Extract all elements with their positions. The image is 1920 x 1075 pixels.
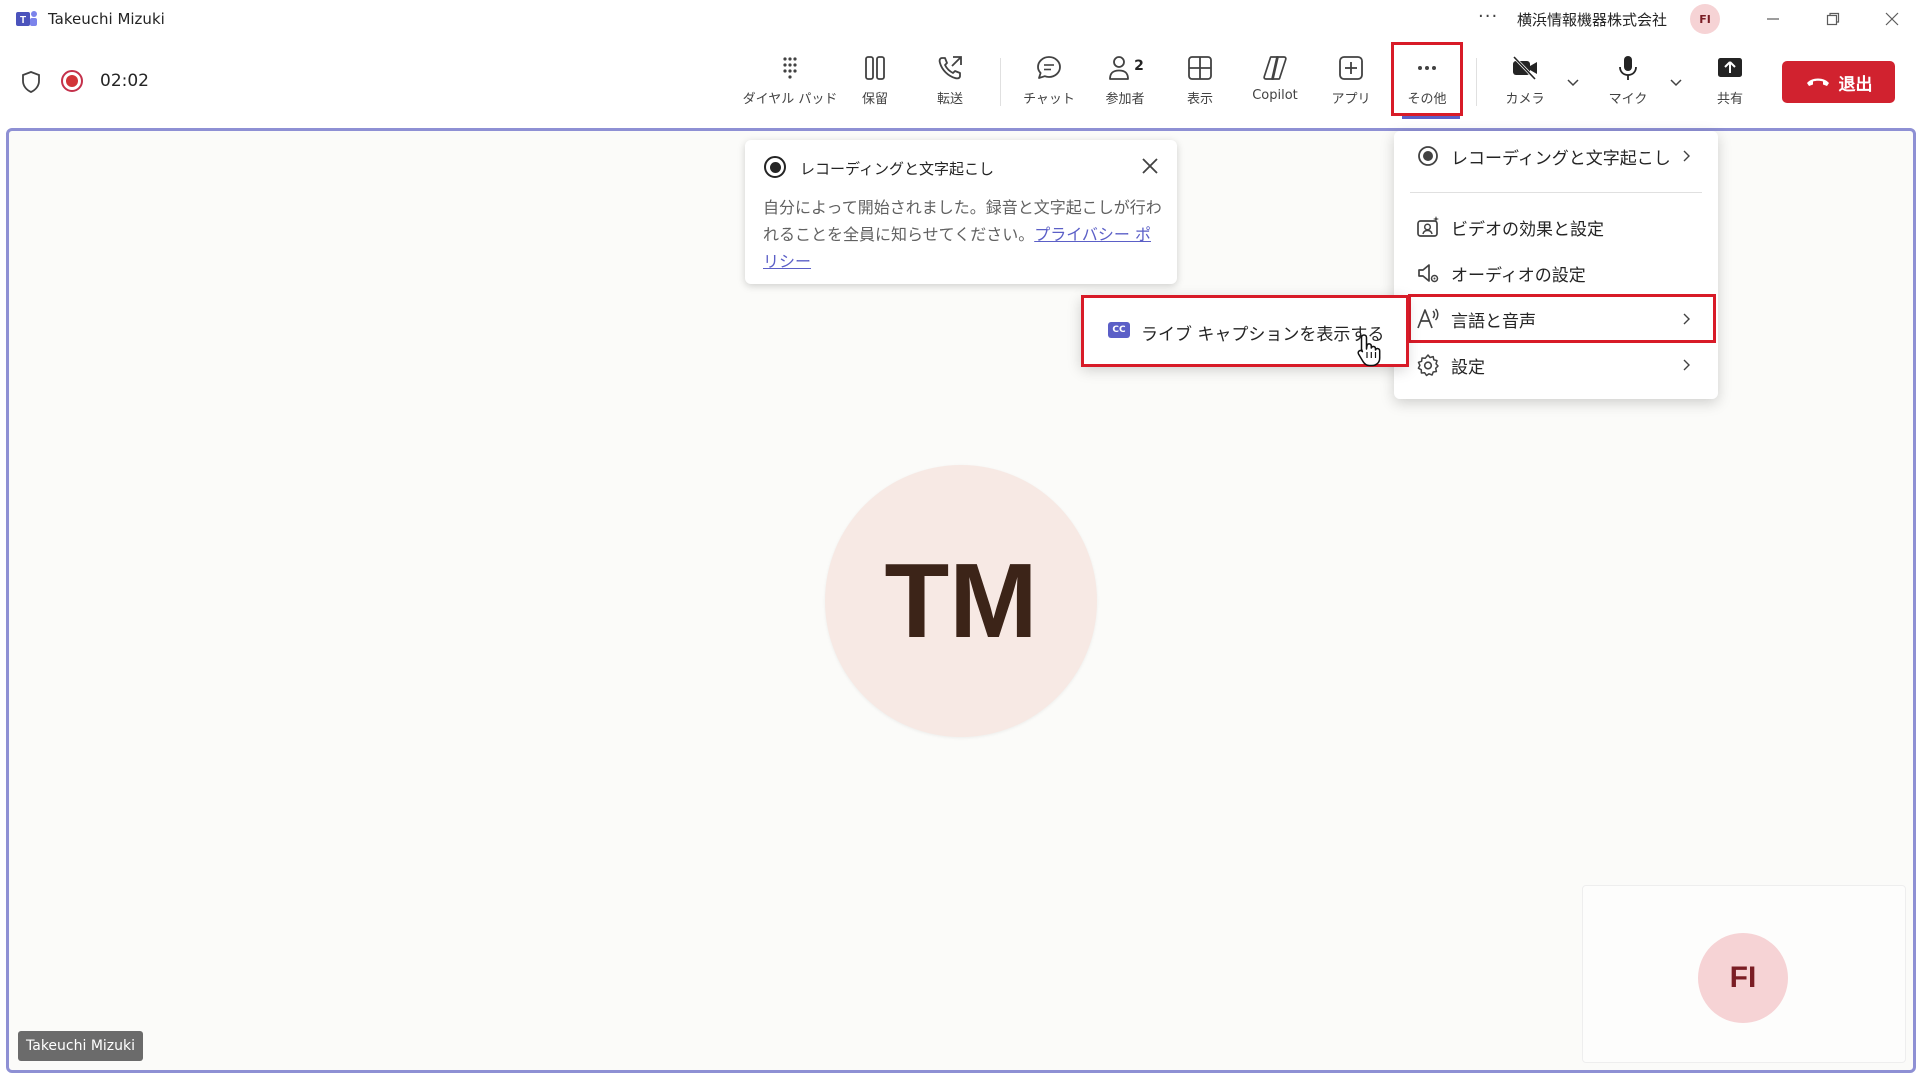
menu-item-settings[interactable]: 設定: [1394, 343, 1718, 387]
restore-icon[interactable]: [1818, 6, 1848, 32]
view-label: 表示: [1186, 92, 1213, 107]
toolbar-divider: [1000, 58, 1001, 106]
chat-label: チャット: [1023, 92, 1075, 107]
video-effects-icon: [1417, 216, 1439, 237]
recording-indicator-icon: [61, 70, 83, 92]
more-menu: レコーディングと文字起こし ビデオの効果と設定 オーディオの設定 言語と音声 設…: [1394, 131, 1718, 399]
language-highlight-box: [1408, 294, 1716, 343]
menu-item-label: レコーディングと文字起こし: [1451, 148, 1671, 169]
menu-item-label: 設定: [1451, 357, 1485, 378]
mic-label: マイク: [1608, 92, 1648, 107]
transfer-button[interactable]: 転送: [925, 50, 975, 112]
apps-button[interactable]: アプリ: [1326, 50, 1376, 112]
grid-view-icon: [1188, 56, 1212, 80]
microphone-icon: [1619, 56, 1637, 80]
menu-item-video-effects[interactable]: ビデオの効果と設定: [1394, 205, 1718, 249]
participants-label: 参加者: [1105, 92, 1145, 107]
camera-options-chevron-icon[interactable]: [1565, 74, 1581, 90]
share-button[interactable]: 共有: [1705, 50, 1755, 112]
dialpad-icon: [783, 57, 797, 79]
share-label: 共有: [1716, 92, 1743, 107]
transfer-label: 転送: [936, 92, 963, 107]
minimize-icon[interactable]: [1758, 6, 1788, 32]
menu-item-audio-settings[interactable]: オーディオの設定: [1394, 251, 1718, 295]
svg-text:T: T: [20, 15, 26, 26]
shield-icon[interactable]: [20, 70, 42, 94]
main-participant-avatar[interactable]: TM: [825, 465, 1097, 737]
org-name[interactable]: 横浜情報機器株式会社: [1517, 9, 1667, 30]
self-avatar: FI: [1698, 933, 1788, 1023]
dialpad-label: ダイヤル パッド: [742, 92, 838, 107]
view-button[interactable]: 表示: [1175, 50, 1225, 112]
people-icon: [1109, 56, 1130, 80]
recording-notice: レコーディングと文字起こし 自分によって開始されました。録音と文字起こしが行われ…: [745, 140, 1177, 284]
more-label: その他: [1407, 92, 1447, 107]
chevron-right-icon: [1683, 150, 1690, 162]
close-window-icon[interactable]: [1877, 6, 1907, 32]
record-icon: [764, 156, 786, 178]
participants-button[interactable]: 2 参加者: [1098, 50, 1152, 112]
chat-icon: [1037, 56, 1061, 79]
pause-icon: [865, 56, 885, 80]
copilot-button[interactable]: Copilot: [1245, 50, 1305, 112]
hold-label: 保留: [861, 92, 888, 107]
dialpad-button[interactable]: ダイヤル パッド: [742, 50, 838, 112]
toolbar-divider: [1476, 58, 1477, 106]
more-active-indicator: [1402, 116, 1460, 119]
teams-logo-icon: T: [16, 11, 37, 26]
menu-item-label: オーディオの設定: [1451, 265, 1586, 286]
participants-count: 2: [1134, 58, 1144, 74]
menu-item-recording[interactable]: レコーディングと文字起こし: [1394, 134, 1718, 178]
leave-button[interactable]: 退出: [1782, 61, 1895, 103]
title-bar: T Takeuchi Mizuki ··· 横浜情報機器株式会社 FI: [0, 0, 1920, 38]
chevron-right-icon: [1683, 359, 1690, 371]
more-button[interactable]: その他: [1397, 50, 1457, 112]
hand-cursor-icon: [1357, 334, 1381, 367]
record-icon: [1418, 146, 1438, 166]
camera-off-icon: [1512, 55, 1537, 81]
meeting-toolbar: 02:02 ダイヤル パッド 保留 転送 チャット 2 参加者 表示 Copil…: [0, 40, 1920, 126]
camera-label: カメラ: [1505, 92, 1545, 107]
add-app-icon: [1339, 56, 1363, 80]
share-screen-icon: [1718, 58, 1742, 77]
user-avatar[interactable]: FI: [1690, 4, 1720, 34]
chat-button[interactable]: チャット: [1020, 50, 1078, 112]
notice-body: 自分によって開始されました。録音と文字起こしが行われることを全員に知らせてくださ…: [763, 194, 1163, 275]
copilot-label: Copilot: [1252, 88, 1298, 103]
main-participant-name: Takeuchi Mizuki: [18, 1031, 144, 1061]
mic-button[interactable]: マイク: [1603, 50, 1653, 112]
gear-icon: [1417, 354, 1439, 377]
call-timer: 02:02: [100, 71, 149, 91]
hang-up-icon: [1806, 78, 1829, 86]
self-video-tile[interactable]: FI: [1582, 885, 1906, 1063]
window-title: Takeuchi Mizuki: [48, 10, 165, 28]
notice-title: レコーディングと文字起こし: [800, 160, 994, 178]
phone-transfer-icon: [938, 56, 962, 80]
mic-options-chevron-icon[interactable]: [1668, 74, 1684, 90]
close-icon[interactable]: [1138, 154, 1162, 178]
apps-label: アプリ: [1331, 92, 1371, 107]
title-more-icon[interactable]: ···: [1478, 6, 1498, 27]
copilot-icon: [1263, 56, 1287, 80]
more-icon: [1418, 66, 1436, 70]
hold-button[interactable]: 保留: [850, 50, 900, 112]
menu-divider: [1410, 192, 1702, 193]
menu-item-label: ビデオの効果と設定: [1451, 219, 1604, 240]
leave-label: 退出: [1838, 74, 1873, 95]
camera-button[interactable]: カメラ: [1500, 50, 1550, 112]
audio-settings-icon: [1418, 264, 1439, 283]
